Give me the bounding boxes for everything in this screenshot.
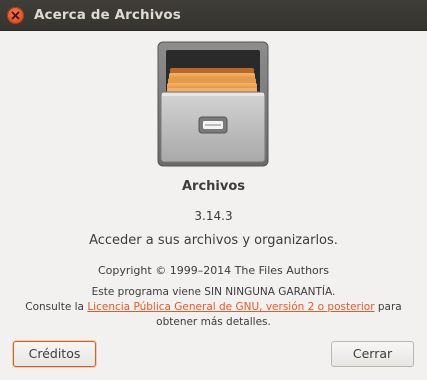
license-suffix: para (374, 301, 402, 313)
license-details-text: obtener más detalles. (156, 316, 271, 328)
close-icon (11, 11, 20, 20)
app-version: 3.14.3 (194, 209, 233, 223)
about-dialog: Acerca de Archivos Archivos 3.14.3 Acced… (0, 0, 427, 380)
license-prefix: Consulte la (25, 301, 88, 313)
license-warranty-text: Este programa viene SIN NINGUNA GARANTÍA… (91, 286, 336, 298)
license-line: Consulte la Licencia Pública General de … (0, 301, 427, 313)
app-name: Archivos (181, 179, 246, 194)
window-title: Acerca de Archivos (34, 7, 181, 23)
copyright-text: Copyright © 1999–2014 The Files Authors (97, 264, 330, 277)
credits-button[interactable]: Créditos (13, 341, 96, 367)
titlebar: Acerca de Archivos (0, 0, 427, 31)
license-link[interactable]: Licencia Pública General de GNU, versión… (87, 301, 374, 313)
close-button[interactable]: Cerrar (331, 341, 414, 367)
file-cabinet-icon (157, 41, 269, 167)
close-window-button[interactable] (7, 7, 24, 24)
app-description: Acceder a sus archivos y organizarlos. (89, 233, 338, 248)
